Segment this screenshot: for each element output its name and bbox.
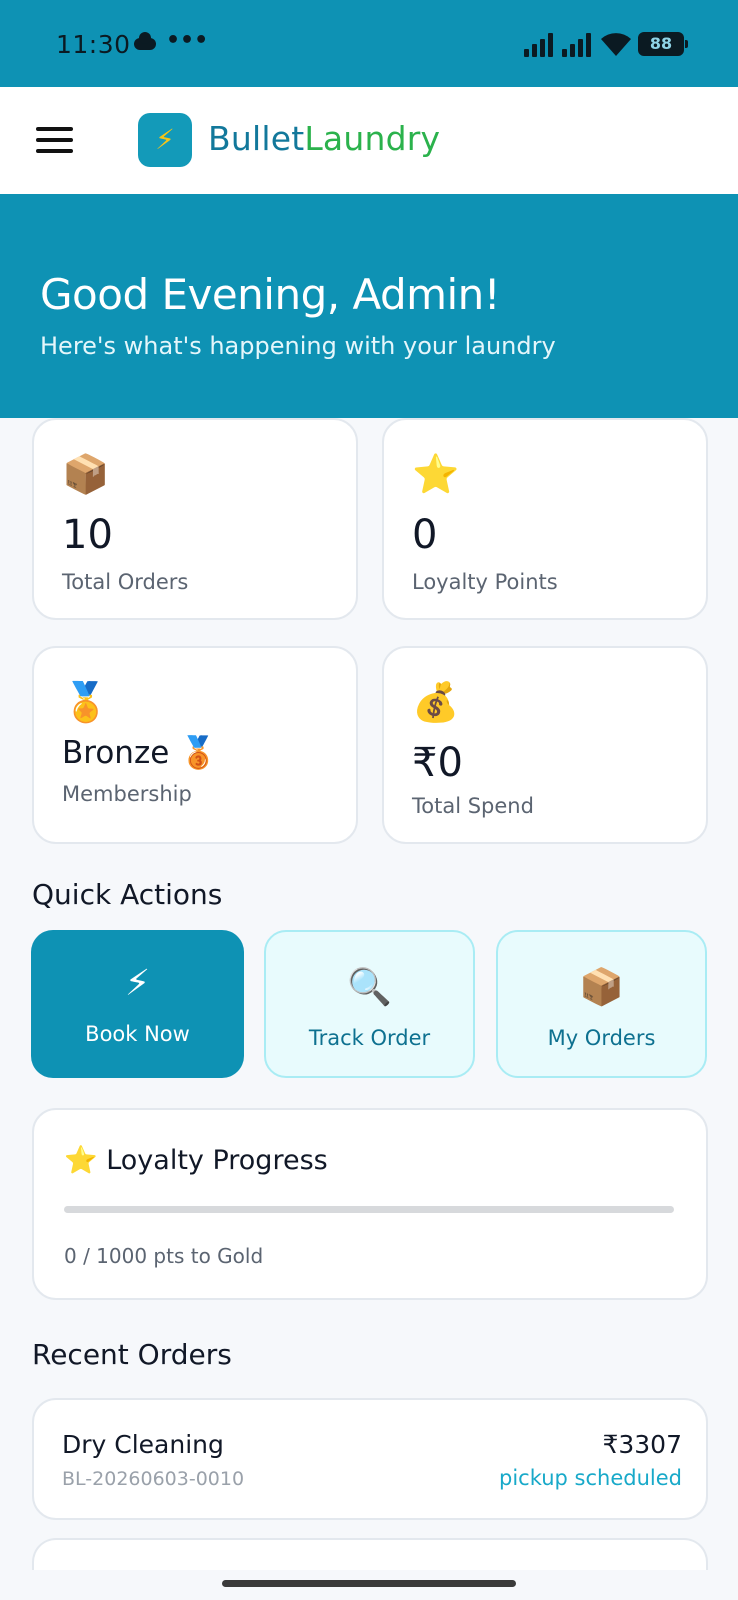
brand-name[interactable]: BulletLaundry xyxy=(208,119,440,158)
battery-icon: 88 xyxy=(638,32,688,56)
brand-part-2: Laundry xyxy=(304,119,441,158)
star-icon: ⭐ xyxy=(412,452,460,496)
stat-card-total-orders[interactable]: 📦 10 Total Orders xyxy=(32,418,358,620)
loyalty-progress-card: ⭐ Loyalty Progress 0 / 1000 pts to Gold xyxy=(32,1108,708,1300)
stat-value: Bronze 🥉 xyxy=(62,735,218,771)
stat-value: ₹0 xyxy=(412,740,463,786)
medal-icon: 🏅 xyxy=(62,680,110,724)
stat-value: 10 xyxy=(62,512,113,558)
order-amount: ₹3307 xyxy=(602,1430,682,1459)
stat-label: Loyalty Points xyxy=(412,570,558,594)
loyalty-progress-bar xyxy=(64,1206,674,1213)
greeting-banner: Good Evening, Admin! Here's what's happe… xyxy=(0,194,738,418)
order-list-item[interactable]: Dry Cleaning BL-20260603-0010 ₹3307 pick… xyxy=(32,1398,708,1520)
stat-label: Membership xyxy=(62,782,192,806)
status-time: 11:30 xyxy=(56,30,131,59)
greeting-title: Good Evening, Admin! xyxy=(40,270,501,319)
wifi-icon xyxy=(601,33,631,56)
loyalty-progress-title: ⭐ Loyalty Progress xyxy=(64,1144,328,1176)
stat-label: Total Spend xyxy=(412,794,534,818)
order-id: BL-20260603-0010 xyxy=(62,1468,245,1490)
stat-card-membership[interactable]: 🏅 Bronze 🥉 Membership xyxy=(32,646,358,844)
lightning-icon: ⚡ xyxy=(124,963,151,1004)
loyalty-progress-text: 0 / 1000 pts to Gold xyxy=(64,1244,264,1268)
app-header: ⚡ BulletLaundry xyxy=(0,87,738,194)
loyalty-title-text: Loyalty Progress xyxy=(106,1145,328,1176)
button-label: Book Now xyxy=(85,1022,190,1046)
signal-icon-2 xyxy=(562,33,592,57)
brand-part-1: Bullet xyxy=(208,119,305,158)
stat-card-total-spend[interactable]: 💰 ₹0 Total Spend xyxy=(382,646,708,844)
order-status: pickup scheduled xyxy=(499,1466,682,1490)
package-icon: 📦 xyxy=(579,967,624,1008)
stat-label: Total Orders xyxy=(62,570,189,594)
stat-value: 0 xyxy=(412,512,438,558)
greeting-subtitle: Here's what's happening with your laundr… xyxy=(40,332,556,360)
package-icon: 📦 xyxy=(62,452,110,496)
signal-icon xyxy=(524,33,554,57)
order-service: Dry Cleaning xyxy=(62,1430,224,1459)
book-now-button[interactable]: ⚡ Book Now xyxy=(31,930,244,1078)
track-order-button[interactable]: 🔍 Track Order xyxy=(264,930,475,1078)
my-orders-button[interactable]: 📦 My Orders xyxy=(496,930,707,1078)
button-label: Track Order xyxy=(308,1026,431,1050)
quick-actions-title: Quick Actions xyxy=(32,878,223,911)
cloud-icon xyxy=(134,32,156,50)
magnifier-icon: 🔍 xyxy=(347,967,392,1008)
star-icon: ⭐ xyxy=(64,1145,98,1176)
menu-icon[interactable] xyxy=(36,127,74,153)
status-bar: 11:30 ••• 88 xyxy=(0,0,738,87)
button-label: My Orders xyxy=(547,1026,656,1050)
home-indicator[interactable] xyxy=(222,1580,516,1587)
stat-card-loyalty-points[interactable]: ⭐ 0 Loyalty Points xyxy=(382,418,708,620)
recent-orders-title: Recent Orders xyxy=(32,1338,232,1371)
money-bag-icon: 💰 xyxy=(412,680,460,724)
more-notifications-icon: ••• xyxy=(166,28,209,53)
logo-icon[interactable]: ⚡ xyxy=(138,113,192,167)
